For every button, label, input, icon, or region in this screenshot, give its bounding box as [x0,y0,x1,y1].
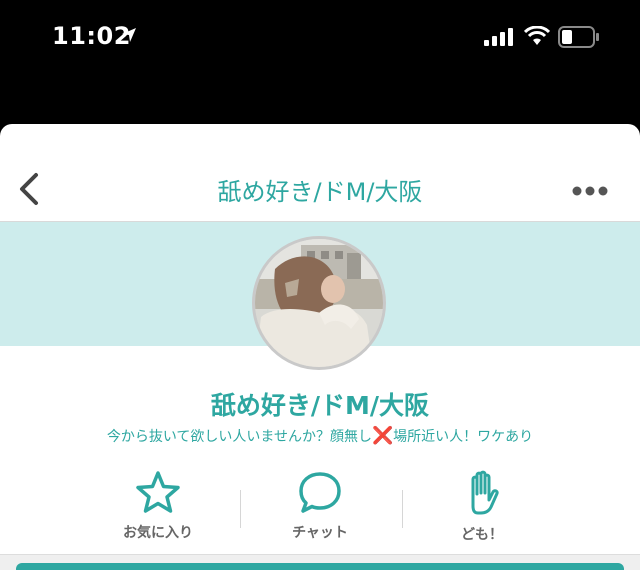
bio-text-start: 今から抜いて欲しい人いませんか？顔無し [106,429,372,445]
profile-sheet: 舐め好き/ドM/大阪 舐め好き/ドM/大阪 今から抜いて欲しい人いませんか？顔無… [0,124,640,570]
bottom-section [0,554,640,570]
battery-icon [558,26,600,52]
star-icon [136,471,180,513]
chat-bubble-icon [299,472,341,513]
favorite-button[interactable]: お気に入り [98,470,218,542]
wifi-icon [523,25,551,50]
cellular-signal-icon [484,28,514,50]
profile-name: 舐め好き/ドM/大阪 [210,391,430,420]
avatar[interactable] [252,236,386,370]
cross-mark-icon: ❌ [372,426,394,446]
action-divider [402,490,403,528]
bio-text-end: 場所近い人！ワケあり [393,429,534,445]
chat-button[interactable]: チャット [260,470,380,542]
profile-bio: 今から抜いて欲しい人いませんか？顔無し❌場所近い人！ワケあり [0,426,640,446]
like-button[interactable]: ども！ [422,470,542,544]
nav-title: 舐め好き/ドM/大阪 [217,178,423,206]
more-options-icon[interactable] [572,182,608,201]
navigation-bar: 舐め好き/ドM/大阪 [0,124,640,222]
favorite-label: お気に入り [123,525,193,541]
like-label: ども！ [461,527,503,543]
action-divider [240,490,241,528]
bottom-action-bar[interactable] [16,563,624,570]
chat-label: チャット [292,525,348,541]
status-bar: 11:02 [0,0,640,125]
location-arrow-icon [120,26,138,48]
hand-icon [471,470,499,515]
